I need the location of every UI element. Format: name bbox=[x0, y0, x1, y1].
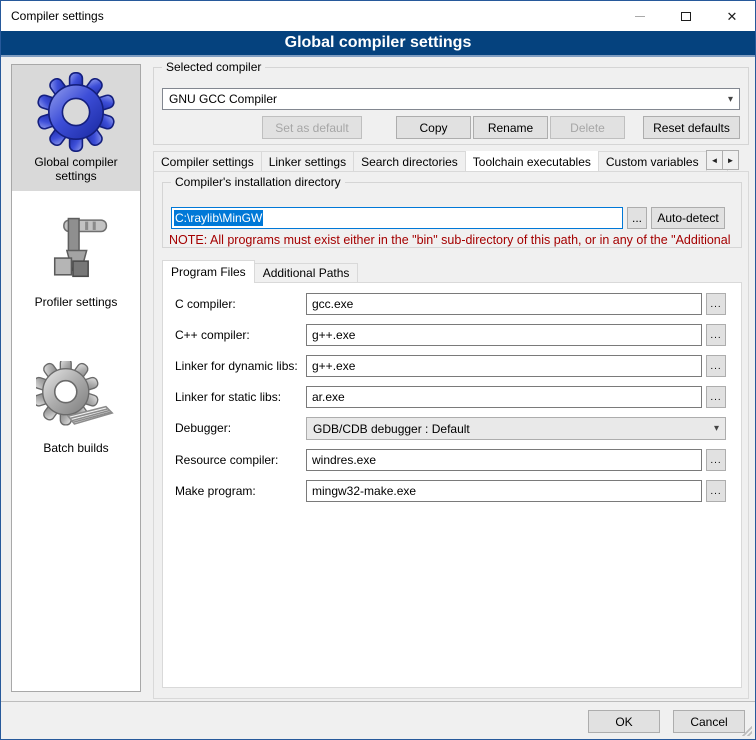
main-tabstrip: Compiler settings Linker settings Search… bbox=[153, 151, 743, 171]
program-files-page: C compiler: ... C++ compiler: ... Linker… bbox=[162, 282, 742, 688]
resize-grip[interactable] bbox=[742, 726, 752, 736]
compiler-select[interactable]: GNU GCC Compiler ▾ bbox=[162, 88, 740, 110]
close-button[interactable]: ✕ bbox=[709, 1, 755, 31]
toolchain-executables-panel: Compiler's installation directory C:\ray… bbox=[153, 171, 749, 699]
compiler-settings-dialog: Compiler settings ✕ Global compiler sett… bbox=[0, 0, 756, 740]
c-compiler-label: C compiler: bbox=[175, 297, 236, 311]
installation-directory-input[interactable]: C:\raylib\MinGW bbox=[171, 207, 623, 229]
linker-static-label: Linker for static libs: bbox=[175, 390, 281, 404]
reset-defaults-button[interactable]: Reset defaults bbox=[643, 116, 740, 139]
resource-compiler-browse-button[interactable]: ... bbox=[706, 449, 726, 471]
linker-dynamic-label: Linker for dynamic libs: bbox=[175, 359, 298, 373]
installation-directory-group: Compiler's installation directory C:\ray… bbox=[162, 182, 742, 248]
subtab-program-files[interactable]: Program Files bbox=[162, 260, 255, 283]
close-icon: ✕ bbox=[727, 10, 738, 23]
make-program-input[interactable] bbox=[306, 480, 702, 502]
resource-compiler-label: Resource compiler: bbox=[175, 453, 278, 467]
make-program-label: Make program: bbox=[175, 484, 256, 498]
debugger-row: Debugger: GDB/CDB debugger : Default ▾ bbox=[163, 417, 741, 441]
tab-search-directories[interactable]: Search directories bbox=[353, 151, 466, 171]
tab-compiler-settings[interactable]: Compiler settings bbox=[153, 151, 262, 171]
window-title: Compiler settings bbox=[1, 9, 104, 23]
linker-dynamic-row: Linker for dynamic libs: ... bbox=[163, 355, 741, 379]
tab-scroll-buttons: ◄ ► bbox=[707, 150, 739, 170]
gear-stack-icon bbox=[14, 357, 138, 439]
program-files-tabstrip: Program Files Additional Paths bbox=[162, 260, 357, 283]
tab-custom-variables[interactable]: Custom variables bbox=[598, 151, 707, 171]
make-program-row: Make program: ... bbox=[163, 480, 741, 504]
minimize-icon bbox=[635, 16, 645, 17]
debugger-select[interactable]: GDB/CDB debugger : Default ▾ bbox=[306, 417, 726, 440]
c-compiler-row: C compiler: ... bbox=[163, 293, 741, 317]
gear-blue-icon bbox=[14, 71, 138, 153]
cpp-compiler-row: C++ compiler: ... bbox=[163, 324, 741, 348]
linker-static-row: Linker for static libs: ... bbox=[163, 386, 741, 410]
selected-compiler-group: Selected compiler GNU GCC Compiler ▾ Set… bbox=[153, 67, 749, 145]
tab-scroll-left-button[interactable]: ◄ bbox=[706, 150, 723, 170]
sidebar-item-label: Profiler settings bbox=[14, 295, 138, 309]
set-as-default-button[interactable]: Set as default bbox=[262, 116, 362, 139]
caption-buttons: ✕ bbox=[617, 1, 755, 31]
minimize-button[interactable] bbox=[617, 1, 663, 31]
linker-static-input[interactable] bbox=[306, 386, 702, 408]
copy-button[interactable]: Copy bbox=[396, 116, 471, 139]
compiler-select-value: GNU GCC Compiler bbox=[169, 92, 277, 106]
subtab-additional-paths[interactable]: Additional Paths bbox=[254, 263, 359, 283]
page-header: Global compiler settings bbox=[1, 31, 755, 57]
tab-linker-settings[interactable]: Linker settings bbox=[261, 151, 354, 171]
installation-directory-group-label: Compiler's installation directory bbox=[171, 175, 345, 189]
compiler-buttons-row: Set as default Copy Rename Delete Reset … bbox=[154, 116, 748, 139]
installation-directory-browse-button[interactable]: ... bbox=[627, 207, 647, 229]
cpp-compiler-input[interactable] bbox=[306, 324, 702, 346]
footer-divider bbox=[1, 701, 755, 702]
tab-scroll-right-button[interactable]: ► bbox=[722, 150, 739, 170]
sidebar-item-label: Batch builds bbox=[14, 441, 138, 455]
linker-static-browse-button[interactable]: ... bbox=[706, 386, 726, 408]
caliper-icon bbox=[14, 211, 138, 293]
selected-compiler-group-label: Selected compiler bbox=[162, 60, 265, 74]
ok-button[interactable]: OK bbox=[588, 710, 660, 733]
page-title: Global compiler settings bbox=[285, 34, 472, 52]
maximize-icon bbox=[681, 12, 691, 21]
sidebar: Global compiler settings Profiler settin… bbox=[11, 64, 141, 692]
cancel-button[interactable]: Cancel bbox=[673, 710, 745, 733]
linker-dynamic-input[interactable] bbox=[306, 355, 702, 377]
sidebar-item-batch-builds[interactable]: Batch builds bbox=[12, 351, 140, 463]
c-compiler-browse-button[interactable]: ... bbox=[706, 293, 726, 315]
rename-button[interactable]: Rename bbox=[473, 116, 548, 139]
delete-button[interactable]: Delete bbox=[550, 116, 625, 139]
linker-dynamic-browse-button[interactable]: ... bbox=[706, 355, 726, 377]
tab-toolchain-executables[interactable]: Toolchain executables bbox=[465, 151, 599, 171]
debugger-select-value: GDB/CDB debugger : Default bbox=[313, 422, 470, 436]
chevron-down-icon: ▾ bbox=[728, 94, 733, 105]
cpp-compiler-label: C++ compiler: bbox=[175, 328, 250, 342]
sidebar-item-profiler-settings[interactable]: Profiler settings bbox=[12, 205, 140, 317]
sidebar-item-label: Global compiler settings bbox=[14, 155, 138, 183]
cpp-compiler-browse-button[interactable]: ... bbox=[706, 324, 726, 346]
auto-detect-button[interactable]: Auto-detect bbox=[651, 207, 725, 229]
make-program-browse-button[interactable]: ... bbox=[706, 480, 726, 502]
maximize-button[interactable] bbox=[663, 1, 709, 31]
installation-directory-note: NOTE: All programs must exist either in … bbox=[169, 233, 739, 247]
c-compiler-input[interactable] bbox=[306, 293, 702, 315]
titlebar: Compiler settings ✕ bbox=[1, 1, 755, 31]
resource-compiler-row: Resource compiler: ... bbox=[163, 449, 741, 473]
chevron-down-icon: ▾ bbox=[714, 423, 719, 434]
resource-compiler-input[interactable] bbox=[306, 449, 702, 471]
sidebar-item-global-compiler-settings[interactable]: Global compiler settings bbox=[12, 65, 140, 191]
installation-directory-selected-text: C:\raylib\MinGW bbox=[174, 210, 263, 226]
arrow-right-icon: ► bbox=[727, 156, 735, 165]
arrow-left-icon: ◄ bbox=[711, 156, 719, 165]
debugger-label: Debugger: bbox=[175, 421, 231, 435]
